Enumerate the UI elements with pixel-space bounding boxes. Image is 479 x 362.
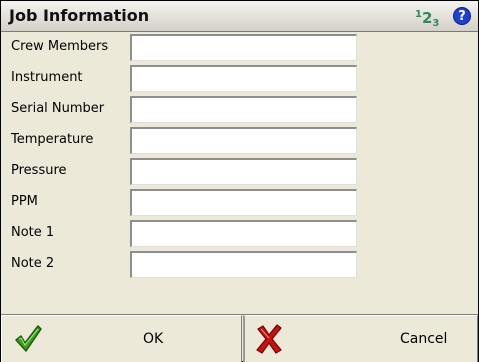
ok-button-label: OK: [143, 331, 164, 347]
help-icon[interactable]: ?: [453, 7, 471, 25]
badge-digit-1: 1: [415, 9, 422, 20]
note-1-field[interactable]: [130, 220, 357, 247]
cancel-button[interactable]: Cancel: [243, 315, 478, 362]
pressure-label: Pressure: [11, 163, 67, 178]
badge-digit-3: 3: [432, 18, 440, 29]
form-row-ppm: PPM: [1, 187, 478, 218]
ppm-field[interactable]: [130, 189, 357, 216]
checkmark-icon: [15, 325, 42, 352]
crew-members-label: Crew Members: [11, 39, 109, 54]
button-bar: OK Cancel: [1, 314, 478, 362]
form-row-crew-members: Crew Members: [1, 32, 478, 63]
form-row-serial-number: Serial Number: [1, 94, 478, 125]
crew-members-field[interactable]: [130, 34, 357, 61]
instrument-field[interactable]: [130, 65, 357, 92]
form-row-note-2: Note 2: [1, 249, 478, 280]
red-x-icon: [256, 324, 282, 354]
job-form: Crew Members Instrument Serial Number Te…: [1, 32, 478, 314]
temperature-field[interactable]: [130, 127, 357, 154]
note-1-label: Note 1: [11, 225, 55, 240]
pressure-field[interactable]: [130, 158, 357, 185]
ppm-label: PPM: [11, 194, 38, 209]
ok-button[interactable]: OK: [1, 315, 242, 362]
window-title: Job Information: [9, 6, 150, 25]
note-2-label: Note 2: [11, 256, 55, 271]
form-row-instrument: Instrument: [1, 63, 478, 94]
title-bar: Job Information 123 ?: [1, 1, 478, 32]
serial-number-field[interactable]: [130, 96, 357, 123]
form-row-temperature: Temperature: [1, 125, 478, 156]
job-information-window: Job Information 123 ? Crew Members Instr…: [0, 0, 479, 362]
temperature-label: Temperature: [11, 132, 94, 147]
form-row-note-1: Note 1: [1, 218, 478, 249]
serial-number-label: Serial Number: [11, 101, 105, 116]
badge-digit-2: 2: [421, 9, 433, 27]
form-row-pressure: Pressure: [1, 156, 478, 187]
cancel-button-label: Cancel: [400, 331, 448, 347]
note-2-field[interactable]: [130, 251, 357, 278]
instrument-label: Instrument: [11, 70, 83, 85]
numeric-123-icon[interactable]: 123: [415, 7, 439, 31]
